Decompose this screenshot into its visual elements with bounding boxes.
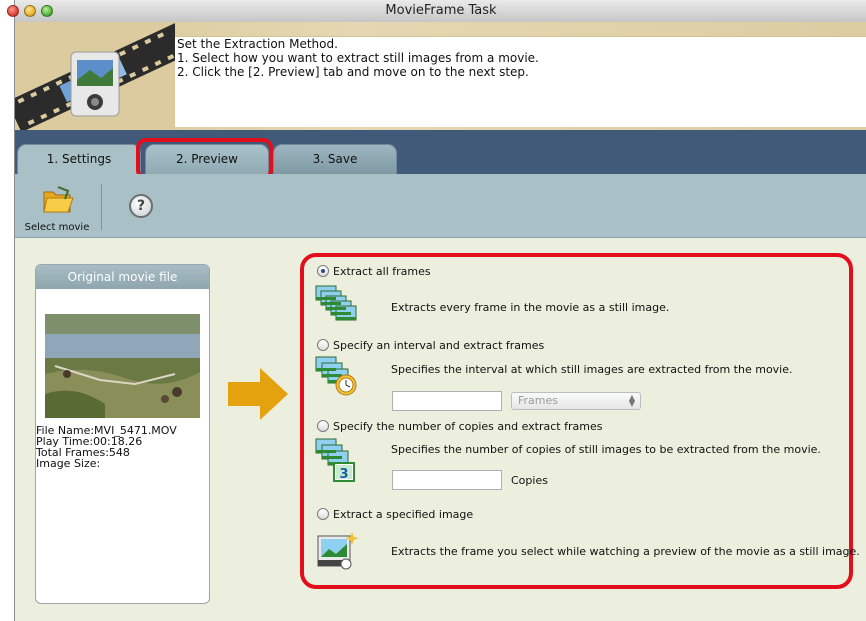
original-movie-panel: Original movie file File Name:MVI_5471.M… [35, 264, 210, 604]
option-specified-desc: Extracts the frame you select while watc… [391, 545, 860, 558]
help-icon[interactable]: ? [129, 194, 153, 218]
tab-strip: 1. Settings 2. Preview 3. Save [15, 130, 866, 175]
copies-unit-label: Copies [511, 474, 548, 487]
option-specified-label[interactable]: Extract a specified image [333, 508, 473, 521]
option-interval-desc: Specifies the interval at which still im… [391, 363, 793, 376]
select-arrows-icon: ▲ ▼ [628, 393, 636, 408]
folder-icon [43, 186, 74, 213]
tab-save[interactable]: 3. Save [273, 144, 397, 175]
interval-unit-value: Frames [518, 394, 559, 407]
window-title: MovieFrame Task [385, 3, 497, 18]
copies-badge: 3 [339, 467, 348, 482]
copies-frames-icon: 3 [315, 438, 355, 482]
resize-grip[interactable] [853, 606, 866, 621]
instructions-panel: Set the Extraction Method. 1. Select how… [175, 36, 866, 127]
all-frames-icon [315, 285, 357, 321]
toolbar-divider [101, 184, 102, 230]
tab-preview[interactable]: 2. Preview [145, 144, 269, 175]
radio-specified-image[interactable] [317, 508, 329, 520]
movie-thumbnail [45, 314, 200, 418]
instruction-line-2: 1. Select how you want to extract still … [177, 51, 539, 65]
option-extract-all-label[interactable]: Extract all frames [333, 265, 431, 278]
radio-interval[interactable] [317, 339, 329, 351]
instruction-line-1: Set the Extraction Method. [177, 37, 338, 51]
specified-image-icon [317, 532, 359, 570]
option-interval-label[interactable]: Specify an interval and extract frames [333, 339, 544, 352]
option-extract-all-desc: Extracts every frame in the movie as a s… [391, 301, 670, 314]
header-banner: Set the Extraction Method. 1. Select how… [15, 22, 866, 134]
instruction-line-3: 2. Click the [2. Preview] tab and move o… [177, 65, 529, 79]
radio-copies[interactable] [317, 420, 329, 432]
select-movie-button[interactable]: Select movie [15, 178, 99, 234]
radio-extract-all[interactable] [317, 265, 329, 277]
movie-camera-logo-icon [15, 22, 175, 130]
option-copies-desc: Specifies the number of copies of still … [391, 443, 821, 456]
movieframe-window: MovieFrame Task Set the Extraction Metho… [7, 0, 866, 621]
option-copies-label[interactable]: Specify the number of copies and extract… [333, 420, 602, 433]
movie-image-size: Image Size: [36, 457, 101, 470]
content-area: Original movie file File Name:MVI_5471.M… [15, 238, 866, 621]
title-bar[interactable]: MovieFrame Task [7, 0, 866, 23]
interval-unit-select[interactable]: Frames ▲ ▼ [511, 392, 641, 410]
select-movie-label: Select movie [24, 222, 90, 233]
interval-frames-icon [315, 356, 357, 396]
tab-settings[interactable]: 1. Settings [17, 144, 141, 175]
arrow-right-icon [228, 368, 288, 420]
toolbar: Select movie ? [15, 174, 866, 238]
interval-input[interactable] [392, 391, 502, 411]
copies-input[interactable] [392, 470, 502, 490]
movie-panel-title: Original movie file [36, 265, 209, 289]
movie-info: File Name:MVI_5471.MOV Play Time:00:18.2… [36, 425, 209, 469]
